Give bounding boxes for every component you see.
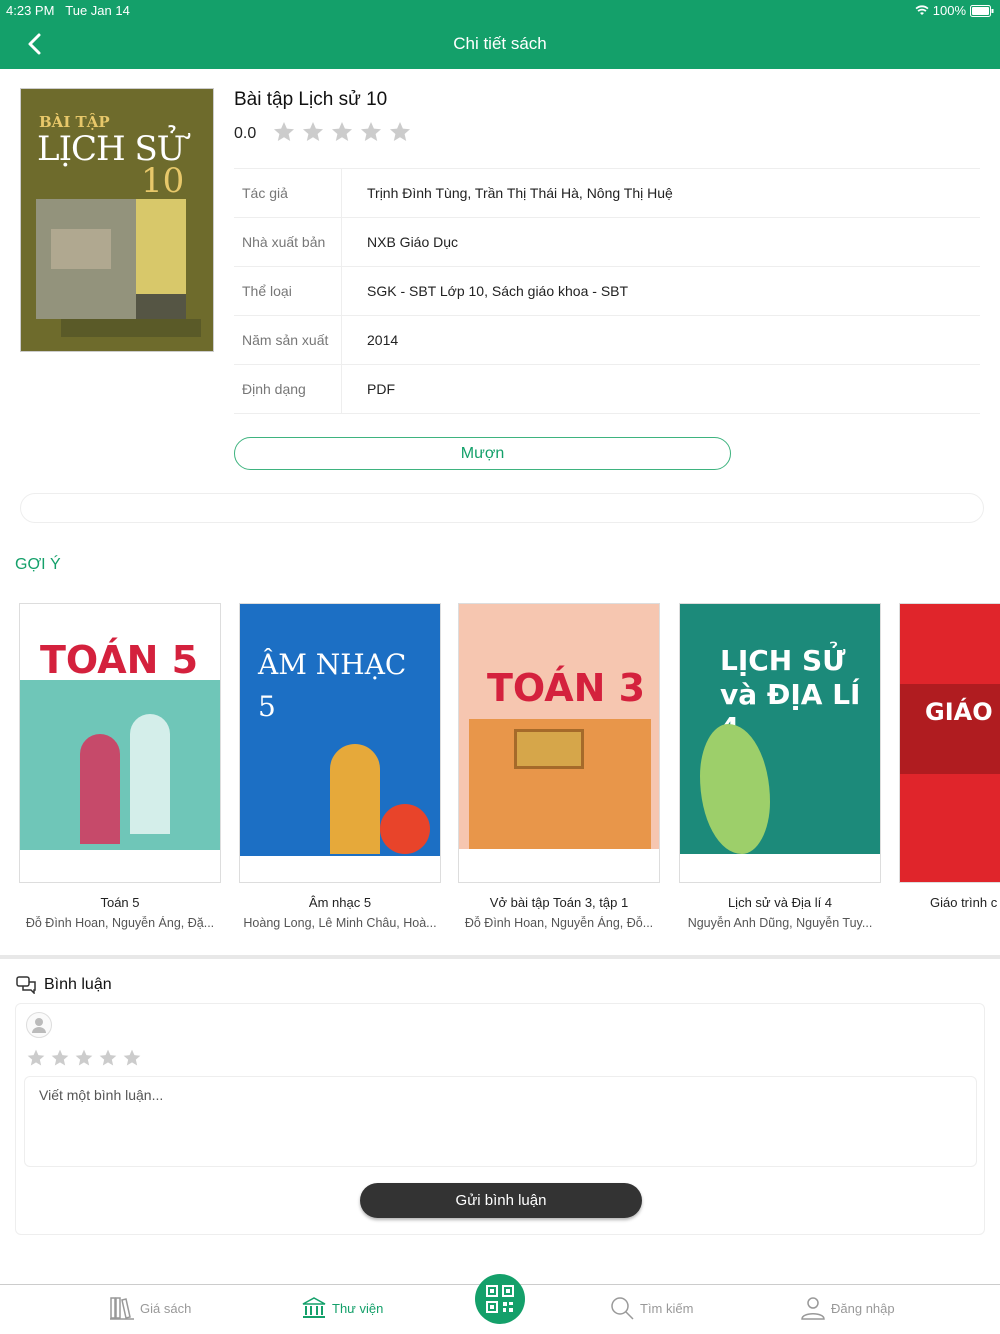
borrow-button[interactable]: Mượn [234,437,731,470]
book-cover: TOÁN 5 [19,603,221,883]
library-icon [302,1297,326,1318]
book-title: Lịch sử và Địa lí 4 [727,895,833,910]
star-icon[interactable] [98,1048,118,1068]
rating-value: 0.0 [234,125,257,142]
book-title: Âm nhạc 5 [308,895,372,910]
detail-label: Tác giả [234,169,342,217]
user-avatar-icon [32,1018,46,1033]
wifi-icon [915,5,929,15]
suggested-book[interactable]: ÂM NHẠC 5 Âm nhạc 5 Hoàng Long, Lê Minh … [239,603,441,930]
tab-bookshelf[interactable]: Giá sách [109,1295,191,1321]
star-icon [361,122,381,141]
rating-stars [272,120,412,144]
book-authors: Nguyễn Anh Dũng, Nguyễn Tuy... [687,916,873,930]
book-authors: Đỗ Đình Hoan, Nguyễn Áng, Đặ... [25,916,215,930]
comments-heading: Bình luận [16,976,112,994]
send-comment-button[interactable]: Gửi bình luận [360,1183,642,1218]
comment-form: Viết một bình luận... Gửi bình luận [15,1003,985,1235]
cover-line3: 10 [141,161,185,201]
tab-label: Giá sách [140,1300,192,1316]
suggested-book[interactable]: TOÁN 5 Toán 5 Đỗ Đình Hoan, Nguyễn Áng, … [19,603,221,930]
book-details-table: Tác giả Trịnh Đình Tùng, Trần Thị Thái Hà… [234,168,980,414]
section-divider [0,955,1000,959]
book-cover: TOÁN 3 [458,603,660,883]
star-icon [274,122,294,141]
status-time: 4:23 PM Tue Jan 14 [6,3,130,18]
book-cover: BÀI TẬP LỊCH SỬ 10 [20,88,214,352]
tab-label: Thư viện [332,1300,384,1316]
status-indicators: 100% [915,3,994,18]
battery-level: 100% [932,3,966,18]
suggested-book[interactable]: GIÁO QUẢN T Giáo trình c [899,603,1000,916]
book-cover: LỊCH SỬ và ĐỊA LÍ 4 [679,603,881,883]
comments-title: Bình luận [44,976,112,993]
suggestions-carousel[interactable]: TOÁN 5 Toán 5 Đỗ Đình Hoan, Nguyễn Áng, … [0,603,1000,933]
book-title: Bài tập Lịch sử 10 [234,89,388,110]
battery-icon [970,4,994,17]
book-authors: Đỗ Đình Hoan, Nguyễn Áng, Đỗ... [464,916,654,930]
detail-label: Thể loại [234,267,342,315]
book-authors: Hoàng Long, Lê Minh Châu, Hoà... [243,916,437,930]
cover-title: TOÁN 5 [40,638,199,682]
search-icon [611,1297,634,1320]
tab-search[interactable]: Tìm kiếm [609,1295,693,1321]
suggested-book[interactable]: TOÁN 3 Vở bài tập Toán 3, tập 1 Đỗ Đình … [458,603,660,930]
star-icon[interactable] [50,1048,70,1068]
detail-value: 2014 [367,332,399,348]
detail-row-format: Định dạng PDF [234,365,980,414]
detail-row-category: Thể loại SGK - SBT Lớp 10, Sách giáo khoa… [234,267,980,316]
detail-value: SGK - SBT Lớp 10, Sách giáo khoa - SBT [367,283,629,299]
cover-title: GIÁO QUẢN T [925,698,1000,726]
detail-row-author: Tác giả Trịnh Đình Tùng, Trần Thị Thái Hà… [234,169,980,218]
book-title: Giáo trình c [930,895,998,910]
empty-panel [20,493,984,523]
book-title: Vở bài tập Toán 3, tập 1 [489,895,629,910]
book-cover: GIÁO QUẢN T [899,603,1000,883]
star-icon [390,122,410,141]
tab-library[interactable]: Thư viện [301,1295,383,1321]
cover-title: TOÁN 3 [487,666,646,710]
avatar [26,1012,52,1038]
star-icon [332,122,352,141]
star-icon[interactable] [122,1048,142,1068]
app-header: 4:23 PM Tue Jan 14 100% Chi tiết sách [0,0,1000,69]
suggested-book[interactable]: LỊCH SỬ và ĐỊA LÍ 4 Lịch sử và Địa lí 4 … [679,603,881,930]
page-title: Chi tiết sách [453,34,547,53]
bookshelf-icon [110,1297,134,1320]
suggestions-heading: GỢI Ý [15,556,61,573]
user-icon [801,1297,825,1320]
detail-row-publisher: Nhà xuất bản NXB Giáo Dục [234,218,980,267]
qr-code-icon [486,1285,514,1313]
detail-label: Định dạng [234,365,342,413]
star-icon[interactable] [74,1048,94,1068]
chat-bubbles-icon [16,976,36,994]
tab-label: Tìm kiếm [640,1300,694,1316]
detail-label: Năm sản xuất [234,316,342,364]
tab-label: Đăng nhập [831,1300,895,1316]
book-title: Toán 5 [100,895,140,910]
detail-label: Nhà xuất bản [234,218,342,266]
comment-rating-stars[interactable] [26,1048,142,1068]
star-icon[interactable] [26,1048,46,1068]
cover-title: ÂM NHẠC 5 [258,648,407,723]
tab-login[interactable]: Đăng nhập [800,1295,895,1321]
detail-value: PDF [367,381,395,397]
qr-scan-button[interactable] [475,1274,525,1324]
detail-value: NXB Giáo Dục [367,234,459,250]
detail-value: Trịnh Đình Tùng, Trần Thị Thái Hà, Nông … [367,185,673,201]
comment-input[interactable]: Viết một bình luận... [24,1076,977,1167]
detail-row-year: Năm sản xuất 2014 [234,316,980,365]
book-cover: ÂM NHẠC 5 [239,603,441,883]
star-icon [303,122,323,141]
